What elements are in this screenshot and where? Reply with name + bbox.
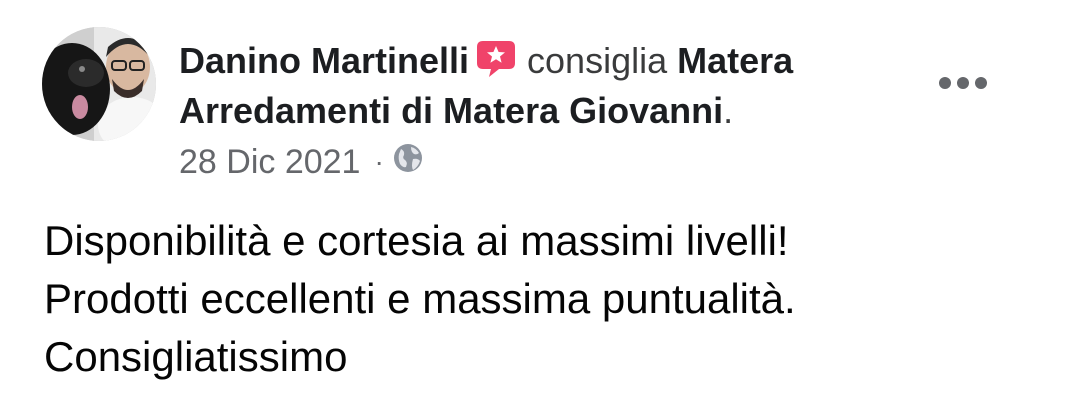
page-name-suffix: . xyxy=(723,90,734,131)
recommendation-post: Danino Martinelli consiglia Matera Arreda… xyxy=(0,0,1080,409)
author-name[interactable]: Danino Martinelli xyxy=(179,40,469,81)
more-options-icon xyxy=(939,77,951,89)
avatar[interactable] xyxy=(42,27,156,141)
post-body-line: Consigliatissimo xyxy=(44,333,348,380)
recommend-star-badge-icon xyxy=(475,39,517,79)
post-body-line: Disponibilità e cortesia ai massimi live… xyxy=(44,217,789,264)
avatar-image xyxy=(42,27,156,141)
more-options-button[interactable] xyxy=(936,68,990,98)
post-body: Disponibilità e cortesia ai massimi live… xyxy=(44,212,1044,386)
post-date[interactable]: 28 Dic 2021 xyxy=(179,143,360,182)
post-body-line: Prodotti eccellenti e massima puntualità… xyxy=(44,275,796,322)
recommend-action-text: consiglia xyxy=(527,40,668,81)
more-options-icon-dot xyxy=(975,77,987,89)
post-header: Danino Martinelli consiglia Matera Arreda… xyxy=(179,36,899,136)
post-meta: 28 Dic 2021 · xyxy=(179,140,424,184)
more-options-icon-dot xyxy=(957,77,969,89)
globe-icon xyxy=(392,142,424,183)
meta-separator: · xyxy=(374,146,384,177)
